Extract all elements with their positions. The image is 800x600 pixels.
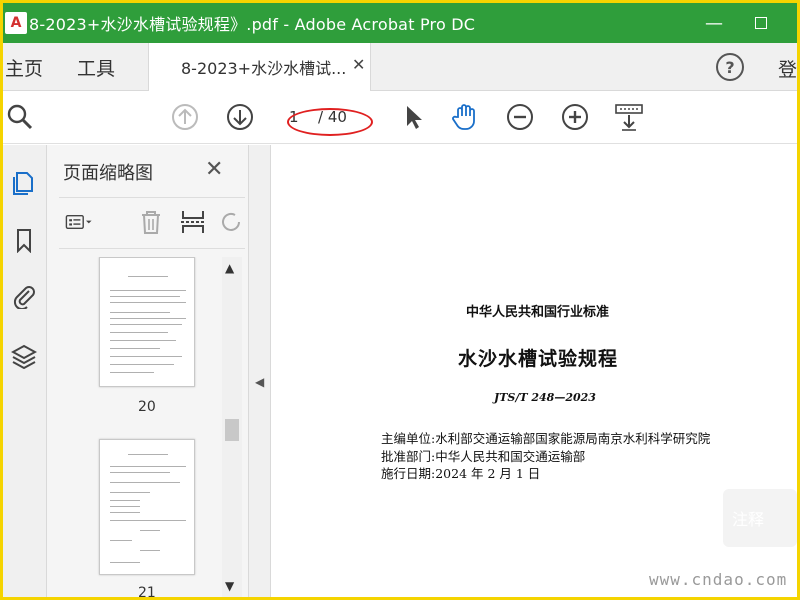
document-tab-label: 8-2023+水沙水槽试... <box>181 59 347 78</box>
app-window: A 8-2023+水沙水槽试验规程》.pdf - Adobe Acrobat P… <box>3 3 797 597</box>
thumbnail-scrollbar[interactable]: ▲ ▼ <box>222 257 242 597</box>
document-title: 水沙水槽试验规程 <box>458 348 619 370</box>
thumb-text-line <box>110 364 174 365</box>
thumb-text-line <box>110 500 140 501</box>
thumb-text-line <box>128 276 168 277</box>
thumb-text-line <box>110 312 170 313</box>
watermark: www.cndao.com <box>649 570 788 589</box>
thumb-text-line <box>110 540 132 541</box>
thumb-text-line <box>110 506 140 507</box>
maximize-icon <box>755 17 767 29</box>
thumb-text-line <box>110 318 186 319</box>
thumb-text-line <box>110 520 186 521</box>
thumbnail-page-number: 20 <box>138 399 156 415</box>
thumb-text-line <box>140 530 160 531</box>
thumb-text-line <box>110 302 186 303</box>
window-title: 8-2023+水沙水槽试验规程》.pdf - Adobe Acrobat Pro… <box>29 15 476 34</box>
thumb-text-line <box>110 562 140 563</box>
panel-toolbar <box>59 197 245 249</box>
delete-icon[interactable] <box>137 208 165 236</box>
options-menu-icon[interactable] <box>65 208 93 236</box>
panel-title: 页面缩略图 <box>63 163 153 184</box>
bookmark-icon[interactable] <box>11 227 37 253</box>
page-thumbnails-icon[interactable] <box>11 169 37 195</box>
login-button[interactable]: 登 <box>778 55 797 82</box>
thumb-text-line <box>110 356 182 357</box>
thumb-text-line <box>110 324 182 325</box>
thumbnail-page-20[interactable] <box>99 257 195 387</box>
zoom-out-icon[interactable] <box>505 102 535 132</box>
thumbnail-page-21[interactable] <box>99 439 195 575</box>
document-heading: 中华人民共和国行业标准 <box>466 305 610 320</box>
thumb-text-line <box>110 466 186 467</box>
thumb-text-line <box>110 348 160 349</box>
help-icon[interactable]: ? <box>716 53 744 81</box>
thumb-text-line <box>110 340 176 341</box>
thumbnail-page-number: 21 <box>138 585 156 597</box>
title-bar: A 8-2023+水沙水槽试验规程》.pdf - Adobe Acrobat P… <box>3 3 797 43</box>
red-annotation-ellipse <box>287 108 373 136</box>
search-icon[interactable] <box>5 102 35 132</box>
next-page-icon[interactable] <box>225 102 255 132</box>
zoom-in-icon[interactable] <box>560 102 590 132</box>
scroll-mode-icon[interactable] <box>614 102 644 132</box>
thumbnail-list: 20 21 <box>47 257 233 597</box>
layers-icon[interactable] <box>11 343 37 369</box>
close-tab-icon[interactable]: ✕ <box>352 55 365 74</box>
tab-home[interactable]: 主页 <box>5 54 43 81</box>
main-toolbar: 1 / 40 <box>3 92 797 144</box>
panel-splitter[interactable]: ◀ <box>249 145 271 597</box>
thumbnail-panel: 页面缩略图 ✕ 20 21 ▲ ▼ <box>47 145 249 597</box>
document-code: JTS/T 248—2023 <box>494 391 596 404</box>
previous-page-icon[interactable] <box>170 102 200 132</box>
thumb-text-line <box>110 472 170 473</box>
thumb-text-line <box>110 332 168 333</box>
thumb-text-line <box>110 296 180 297</box>
acrobat-icon: A <box>5 12 27 34</box>
thumb-text-line <box>140 550 160 551</box>
attachment-icon[interactable] <box>11 283 37 309</box>
extract-pages-icon[interactable] <box>179 208 207 236</box>
comment-button[interactable]: 注释 <box>723 489 797 547</box>
document-meta-editor: 主编单位:水利部交通运输部国家能源局南京水利科学研究院 <box>381 431 711 446</box>
scroll-up-icon[interactable]: ▲ <box>225 261 234 275</box>
scroll-down-icon[interactable]: ▼ <box>225 579 234 593</box>
scroll-thumb[interactable] <box>225 419 239 441</box>
document-view: 中华人民共和国行业标准 水沙水槽试验规程 JTS/T 248—2023 主编单位… <box>271 145 797 597</box>
left-rail <box>3 145 47 597</box>
thumb-text-line <box>128 454 168 455</box>
document-meta-date: 施行日期:2024 年 2 月 1 日 <box>381 466 541 481</box>
hand-tool-icon[interactable] <box>450 102 480 132</box>
select-arrow-icon[interactable] <box>399 102 429 132</box>
thumb-text-line <box>110 492 150 493</box>
minimize-button[interactable]: — <box>691 3 737 43</box>
tab-tools[interactable]: 工具 <box>77 54 115 81</box>
tab-document[interactable]: 8-2023+水沙水槽试... ✕ <box>148 43 371 91</box>
rotate-icon[interactable] <box>217 208 245 236</box>
thumb-text-line <box>110 512 140 513</box>
thumb-text-line <box>110 482 180 483</box>
tab-bar: 主页 工具 8-2023+水沙水槽试... ✕ ? 登 <box>3 43 797 91</box>
maximize-button[interactable] <box>738 3 784 43</box>
close-panel-icon[interactable]: ✕ <box>205 157 223 182</box>
thumb-text-line <box>110 372 154 373</box>
thumb-text-line <box>110 290 186 291</box>
collapse-panel-icon[interactable]: ◀ <box>255 375 264 389</box>
